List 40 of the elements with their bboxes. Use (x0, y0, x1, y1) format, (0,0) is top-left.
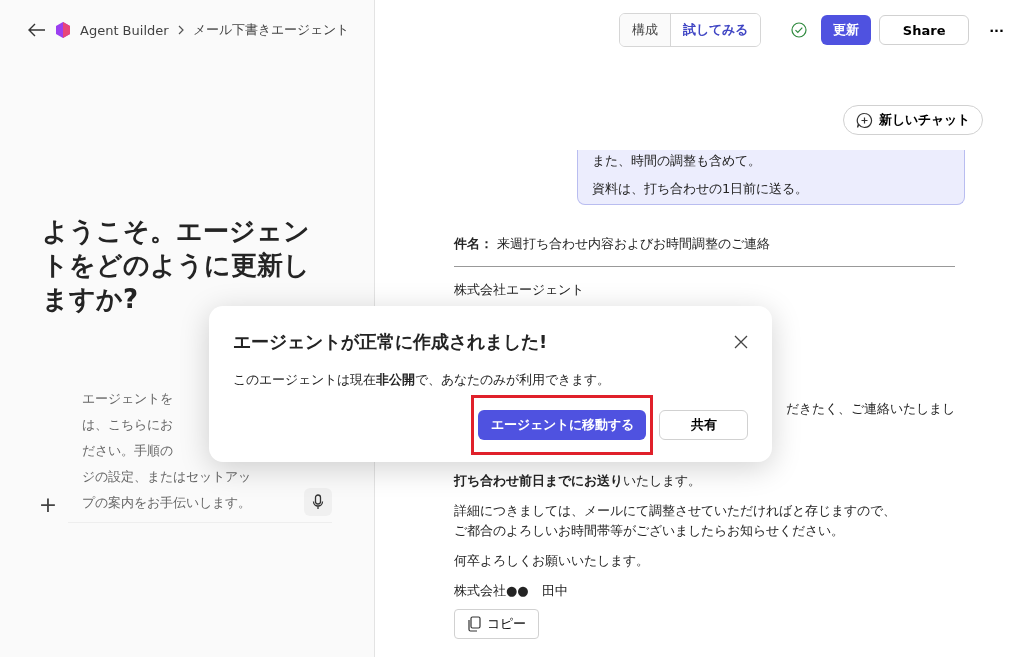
view-tab[interactable]: 構成 (620, 14, 671, 46)
email-line: 株式会社●● 田中 (454, 582, 568, 600)
logo-icon (54, 21, 72, 39)
copy-icon (467, 616, 481, 632)
placeholder-line: ださい。手順の (82, 442, 173, 460)
more-button[interactable]: ··· (983, 21, 1010, 39)
breadcrumb-current: メール下書きエージェント (192, 21, 349, 39)
email-line: 打ち合わせ前日までにお送りいたします。 (454, 472, 701, 490)
check-circle-icon (791, 22, 808, 38)
microphone-button[interactable] (304, 488, 332, 516)
subject-label: 件名： (454, 235, 493, 253)
chat-plus-icon (856, 111, 873, 129)
message-line: 資料は、打ち合わせの1日前に送る。 (592, 180, 810, 198)
share-button[interactable]: 共有 (659, 410, 748, 440)
welcome-heading: ようこそ。エージェントをどのように更新しますか? (42, 215, 311, 316)
back-arrow-icon[interactable] (28, 23, 46, 37)
dialog-message: このエージェントは現在非公開で、あなたのみが利用できます。 (233, 372, 611, 389)
placeholder-line: ジの設定、またはセットアッ (82, 468, 251, 486)
email-text: だきたく、ご連絡いたしまし (786, 400, 955, 418)
email-line: 詳細につきましては、メールにて調整させていただければと存じますので、 (454, 502, 896, 520)
new-chat-button[interactable]: 新しいチャット (843, 105, 983, 135)
update-button[interactable]: 更新 (821, 15, 872, 45)
dialog-title: エージェントが正常に作成されました! (233, 330, 548, 354)
placeholder-line: エージェントを (82, 390, 173, 408)
message-line: また、時間の調整も含めて。 (592, 152, 762, 170)
go-to-agent-button[interactable]: エージェントに移動する (478, 410, 646, 440)
placeholder-line: プの案内をお手伝いします。 (82, 494, 251, 512)
placeholder-line: は、こちらにお (82, 416, 173, 434)
share-button[interactable]: Share (879, 15, 970, 45)
subject-text: 来週打ち合わせ内容およびお時間調整のご連絡 (497, 235, 770, 253)
view-tab[interactable]: 試してみる (670, 14, 761, 46)
email-line: 何卒よろしくお願いいたします。 (454, 552, 649, 570)
recipient-text: 株式会社エージェント (454, 281, 584, 299)
email-line: ご都合のよろしいお時間帯等がございましたらお知らせください。 (454, 522, 845, 540)
breadcrumb-link[interactable]: Agent Builder (80, 22, 169, 38)
close-icon[interactable] (734, 335, 748, 349)
add-button[interactable]: + (28, 492, 68, 517)
chevron-icon (176, 25, 185, 35)
microphone-icon (312, 494, 324, 510)
copy-button[interactable]: コピー (454, 609, 539, 639)
